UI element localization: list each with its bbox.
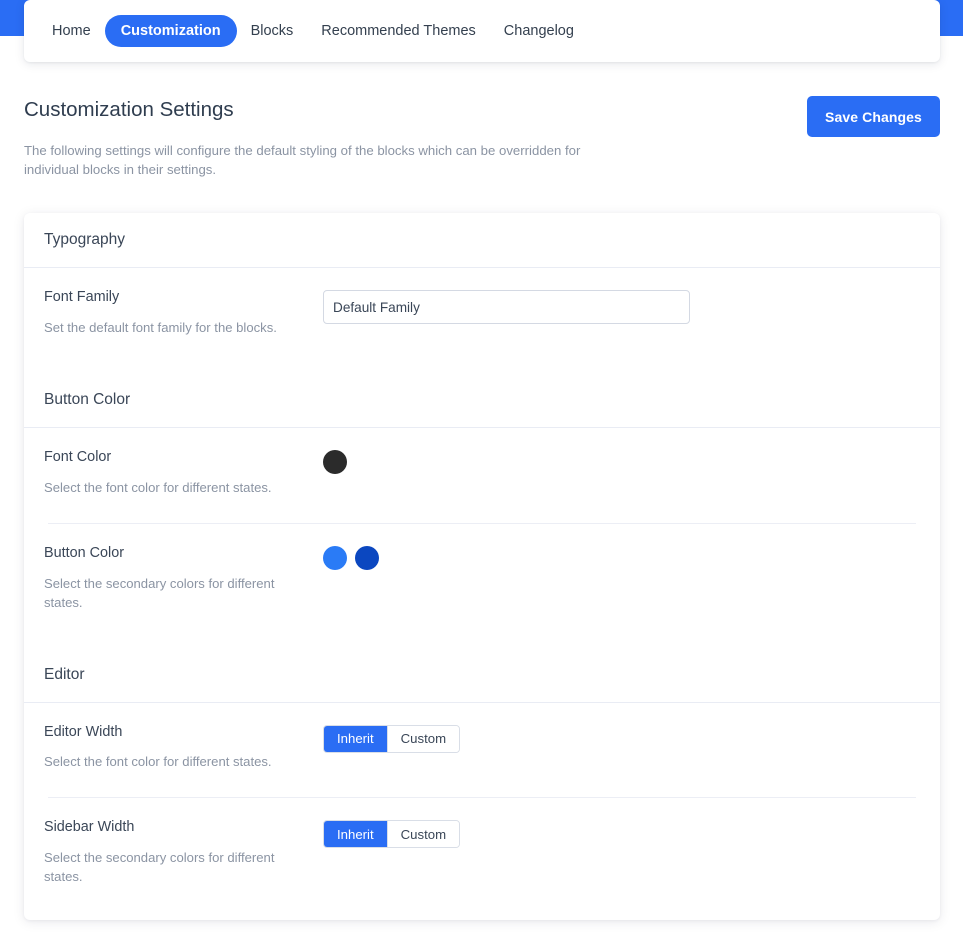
- setting-label-font-color: Font Color: [44, 448, 112, 465]
- setting-row-font-color: Font Color Select the font color for dif…: [24, 428, 940, 497]
- row-spacer: [24, 337, 940, 373]
- setting-description-sidebar-width: Select the secondary colors for differen…: [44, 850, 275, 885]
- segment-sidebar-width-custom[interactable]: Custom: [386, 821, 460, 848]
- settings-card: Typography Font Family Set the default f…: [24, 213, 940, 920]
- color-swatch-button-secondary[interactable]: [355, 545, 379, 570]
- section-header-typography: Typography: [44, 231, 125, 248]
- nav-item-changelog[interactable]: Changelog: [490, 16, 588, 47]
- setting-description-editor-width: Select the font color for different stat…: [44, 754, 272, 770]
- setting-control-col: Inherit Custom: [304, 820, 920, 849]
- setting-label-sidebar-width: Sidebar Width: [44, 819, 135, 836]
- row-spacer: [24, 497, 940, 523]
- setting-label-editor-width: Editor Width: [44, 723, 123, 740]
- setting-control-col: [304, 545, 920, 570]
- setting-control-col: [304, 449, 920, 474]
- setting-label-col: Sidebar Width Select the secondary color…: [44, 820, 304, 886]
- page-description: The following settings will configure th…: [24, 142, 581, 177]
- nav-item-blocks[interactable]: Blocks: [237, 16, 308, 47]
- section-header-button-color: Button Color: [44, 390, 131, 408]
- row-spacer: [24, 612, 940, 648]
- font-family-input[interactable]: [323, 290, 690, 324]
- setting-label-col: Editor Width Select the font color for d…: [44, 723, 304, 772]
- setting-label-col: Font Color Select the font color for dif…: [44, 448, 304, 497]
- segment-editor-width-inherit[interactable]: Inherit: [324, 725, 387, 752]
- setting-label-button-color: Button Color: [44, 544, 124, 561]
- color-swatch-font-default[interactable]: [323, 449, 347, 474]
- color-swatch-group-button-color: [323, 545, 920, 570]
- color-swatch-group-font-color: [323, 449, 920, 474]
- setting-description-button-color: Select the secondary colors for differen…: [44, 575, 275, 610]
- setting-row-font-family: Font Family Set the default font family …: [24, 268, 940, 337]
- setting-row-editor-width: Editor Width Select the font color for d…: [24, 703, 940, 772]
- setting-description-font-color: Select the font color for different stat…: [44, 479, 272, 495]
- setting-row-sidebar-width: Sidebar Width Select the secondary color…: [24, 798, 940, 886]
- page-title: Customization Settings: [24, 98, 234, 121]
- segmented-control-sidebar-width: Inherit Custom: [323, 820, 461, 849]
- primary-navigation: Home Customization Blocks Recommended Th…: [24, 0, 940, 62]
- save-changes-button[interactable]: Save Changes: [807, 96, 940, 137]
- segment-sidebar-width-inherit[interactable]: Inherit: [324, 821, 387, 848]
- page-header: Customization Settings The following set…: [24, 92, 940, 184]
- setting-description-font-family: Set the default font family for the bloc…: [44, 319, 277, 335]
- nav-item-customization[interactable]: Customization: [104, 14, 237, 48]
- segment-editor-width-custom[interactable]: Custom: [386, 725, 460, 752]
- setting-control-col: [304, 290, 920, 324]
- segmented-control-editor-width: Inherit Custom: [323, 724, 461, 753]
- setting-control-col: Inherit Custom: [304, 724, 920, 753]
- color-swatch-button-primary[interactable]: [323, 545, 347, 570]
- setting-label-font-family: Font Family: [44, 289, 120, 305]
- section-header-editor: Editor: [44, 665, 85, 683]
- nav-item-home[interactable]: Home: [38, 16, 105, 47]
- setting-row-button-color: Button Color Select the secondary colors…: [24, 524, 940, 612]
- nav-item-recommended-themes[interactable]: Recommended Themes: [307, 16, 489, 47]
- setting-label-col: Font Family Set the default font family …: [44, 289, 304, 337]
- row-spacer: [24, 771, 940, 797]
- setting-label-col: Button Color Select the secondary colors…: [44, 544, 304, 612]
